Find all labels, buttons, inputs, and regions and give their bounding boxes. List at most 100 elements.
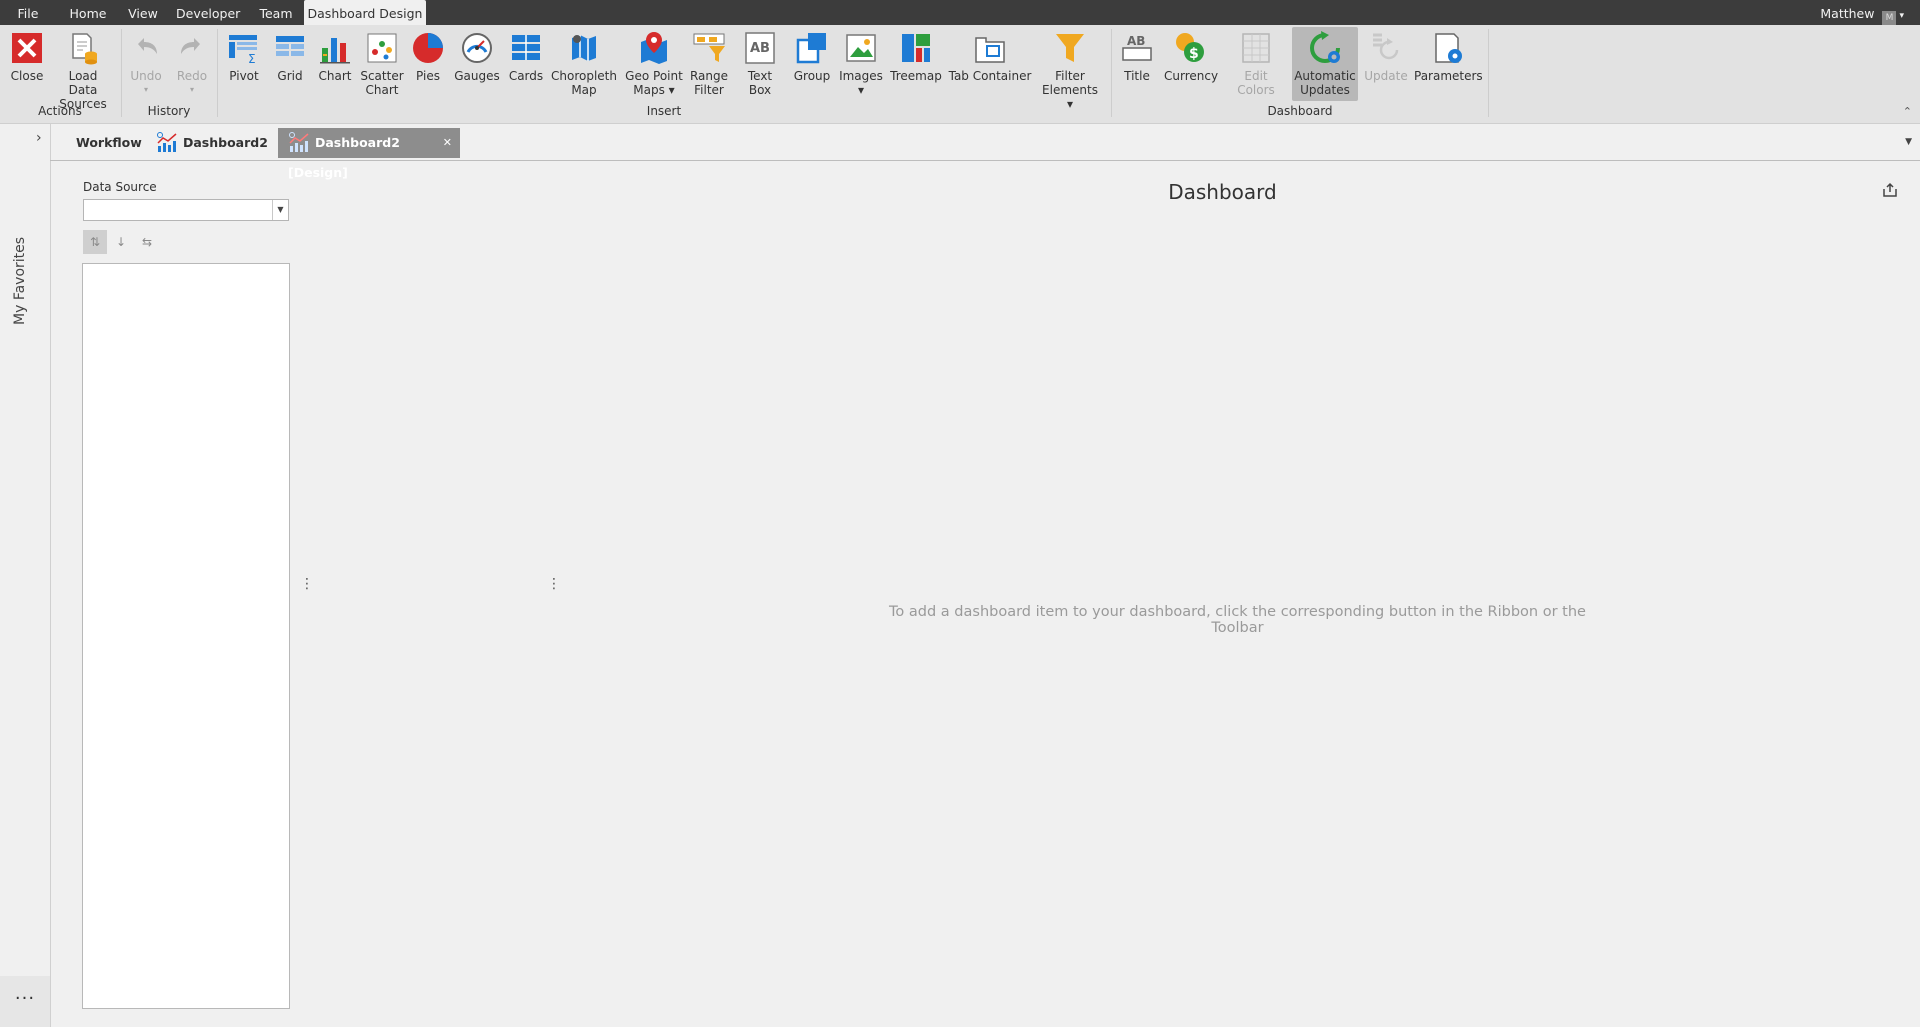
close-icon	[9, 30, 45, 66]
automatic-updates-button[interactable]: Automatic Updates	[1292, 27, 1358, 101]
cards-label: Cards	[508, 69, 544, 83]
tab-dashboard2-label: Dashboard2	[183, 135, 268, 150]
parameters-label: Parameters	[1414, 69, 1483, 83]
range-filter-icon	[691, 30, 727, 66]
chart-label: Chart	[318, 69, 352, 83]
title-button[interactable]: AB Title	[1118, 27, 1156, 101]
choropleth-map-icon	[566, 30, 602, 66]
data-source-label: Data Source	[83, 180, 157, 194]
pivot-button[interactable]: Σ Pivot	[224, 27, 264, 101]
group-button[interactable]: Group	[792, 27, 832, 101]
scatter-chart-label: Scatter Chart	[360, 69, 404, 97]
pies-button[interactable]: Pies	[410, 27, 446, 101]
menu-tab-file[interactable]: File	[12, 0, 44, 25]
text-box-button[interactable]: AB Text Box	[736, 27, 784, 101]
splitter-handle-icon[interactable]: ⋮	[547, 577, 561, 591]
choropleth-map-label: Choropleth Map	[551, 69, 617, 97]
export-icon[interactable]	[1882, 182, 1898, 198]
undo-icon	[128, 30, 164, 66]
cards-icon	[508, 30, 544, 66]
redo-icon	[174, 30, 210, 66]
undo-dropdown-icon: ▾	[143, 85, 148, 94]
text-box-icon: AB	[742, 30, 778, 66]
pivot-label: Pivot	[229, 69, 259, 83]
my-favorites-label[interactable]: My Favorites	[12, 237, 28, 325]
more-options-button[interactable]: ···	[0, 976, 50, 1027]
gauge-icon	[459, 30, 495, 66]
tab-dashboard2[interactable]: Dashboard2	[156, 128, 268, 158]
update-icon	[1368, 30, 1404, 66]
filter-icon	[1052, 30, 1088, 66]
text-box-label: Text Box	[747, 69, 773, 97]
menu-tab-home[interactable]: Home	[64, 0, 112, 25]
treemap-button[interactable]: Treemap	[890, 27, 942, 101]
group-label: Group	[793, 69, 831, 83]
group-label-insert: Insert	[646, 104, 682, 118]
redo-button[interactable]: Redo ▾	[172, 27, 212, 101]
edit-colors-label: Edit Colors	[1237, 69, 1275, 97]
geo-point-map-icon	[636, 30, 672, 66]
empty-dashboard-hint: To add a dashboard item to your dashboar…	[889, 604, 1586, 636]
close-button[interactable]: Close	[8, 27, 46, 101]
update-button[interactable]: Update	[1364, 27, 1408, 101]
sort-ascending-button[interactable]: ↓	[109, 230, 133, 254]
field-list[interactable]	[82, 263, 290, 1009]
redo-label: Redo	[176, 69, 208, 83]
tab-dashboard2-design[interactable]: Dashboard2 [Design] ✕	[278, 128, 460, 180]
group-by-type-button[interactable]: ⇅	[83, 230, 107, 254]
group-label-actions: Actions	[38, 104, 82, 118]
chart-button[interactable]: Chart	[315, 27, 355, 101]
update-label: Update	[1364, 69, 1408, 83]
tab-list-dropdown-icon[interactable]: ▼	[1905, 137, 1912, 147]
data-sources-icon	[65, 30, 101, 66]
filter-elements-button[interactable]: Filter Elements ▾	[1038, 27, 1102, 111]
swap-button[interactable]: ⇆	[135, 230, 159, 254]
load-data-sources-button[interactable]: Load Data Sources	[54, 27, 112, 111]
images-button[interactable]: Images ▾	[838, 27, 884, 101]
range-filter-button[interactable]: Range Filter	[688, 27, 730, 101]
scatter-chart-button[interactable]: Scatter Chart	[358, 27, 406, 101]
tab-container-button[interactable]: Tab Container	[948, 27, 1032, 101]
undo-button[interactable]: Undo ▾	[126, 27, 166, 101]
menu-tab-team[interactable]: Team	[254, 0, 298, 25]
dashboard-title[interactable]: Dashboard	[1000, 180, 1445, 204]
parameters-icon	[1430, 30, 1466, 66]
range-filter-label: Range Filter	[689, 69, 729, 97]
tab-workflow[interactable]: Workflow	[76, 128, 142, 158]
user-menu[interactable]: Matthew M ▾	[1820, 0, 1904, 25]
image-icon	[843, 30, 879, 66]
splitter-handle-icon[interactable]: ⋮	[300, 577, 314, 591]
text-box-icon-text: AB	[750, 41, 770, 56]
chevron-down-icon[interactable]: ▼	[272, 200, 288, 220]
grid-label: Grid	[277, 69, 303, 83]
menu-tab-developer[interactable]: Developer	[176, 0, 240, 25]
geo-point-maps-label: Geo Point Maps ▾	[625, 69, 683, 97]
menu-tab-view[interactable]: View	[124, 0, 162, 25]
menu-tab-dashboard-design[interactable]: Dashboard Design	[304, 0, 426, 25]
grid-button[interactable]: Grid	[270, 27, 310, 101]
avatar: M	[1882, 11, 1897, 25]
group-separator	[1488, 29, 1489, 117]
images-label: Images ▾	[839, 69, 883, 97]
parameters-button[interactable]: Parameters	[1414, 27, 1483, 101]
collapse-ribbon-icon[interactable]: ⌃	[1903, 105, 1912, 118]
automatic-updates-icon	[1307, 30, 1343, 66]
title-icon: AB	[1119, 30, 1155, 66]
edit-colors-icon	[1238, 30, 1274, 66]
user-name: Matthew	[1820, 6, 1875, 21]
geo-point-maps-button[interactable]: Geo Point Maps ▾	[624, 27, 684, 101]
ribbon: Close Load Data Sources Actions Undo ▾ R…	[0, 25, 1920, 124]
cards-button[interactable]: Cards	[506, 27, 546, 101]
expand-sidebar-chevron-icon[interactable]: ›	[36, 130, 42, 146]
gauges-button[interactable]: Gauges	[453, 27, 501, 101]
document-tab-bar: Workflow Dashboard2 Dashboard2 [Design] …	[50, 124, 1920, 180]
edit-colors-button[interactable]: Edit Colors	[1224, 27, 1288, 101]
tab-container-icon	[972, 30, 1008, 66]
currency-button[interactable]: $ Currency	[1164, 27, 1218, 101]
data-source-combobox[interactable]: ▼	[83, 199, 289, 221]
choropleth-map-button[interactable]: Choropleth Map	[551, 27, 617, 101]
pivot-icon: Σ	[226, 30, 262, 66]
close-tab-icon[interactable]: ✕	[443, 128, 452, 158]
grid-icon	[272, 30, 308, 66]
chart-icon	[317, 30, 353, 66]
